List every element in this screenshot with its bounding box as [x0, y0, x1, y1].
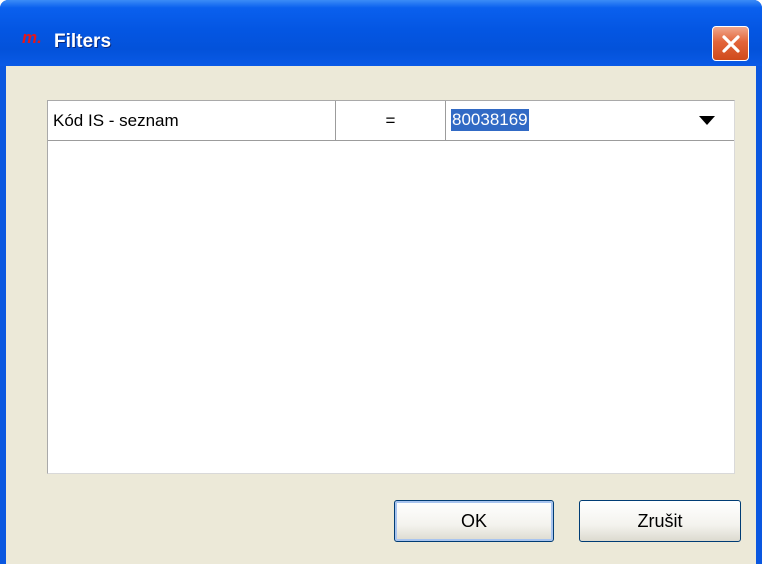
filter-value-dropdown-button[interactable] — [692, 106, 722, 136]
filter-field-label: Kód IS - seznam — [53, 111, 179, 130]
filter-value-combobox[interactable]: 80038169 — [446, 101, 734, 140]
cancel-button[interactable]: Zrušit — [579, 500, 741, 542]
window-title: Filters — [54, 31, 112, 52]
ok-button[interactable]: OK — [394, 500, 554, 542]
filter-grid: Kód IS - seznam = 80038169 — [47, 100, 735, 474]
close-icon — [722, 35, 740, 53]
filter-operator-cell[interactable]: = — [336, 101, 446, 140]
title-bar[interactable]: m. Filters — [0, 0, 762, 66]
filter-field-cell[interactable]: Kód IS - seznam — [48, 101, 336, 140]
close-button[interactable] — [712, 26, 749, 61]
dialog-body: Kód IS - seznam = 80038169 OK Zrušit — [6, 66, 756, 564]
filters-dialog: m. Filters Kód IS - seznam = 80038169 OK… — [0, 0, 762, 564]
filter-row[interactable]: Kód IS - seznam = 80038169 — [48, 101, 734, 141]
chevron-down-icon — [699, 116, 715, 125]
svg-text:m.: m. — [22, 28, 42, 47]
filter-value-input[interactable]: 80038169 — [451, 109, 529, 131]
app-logo: m. — [22, 28, 42, 47]
filter-operator: = — [385, 111, 396, 130]
